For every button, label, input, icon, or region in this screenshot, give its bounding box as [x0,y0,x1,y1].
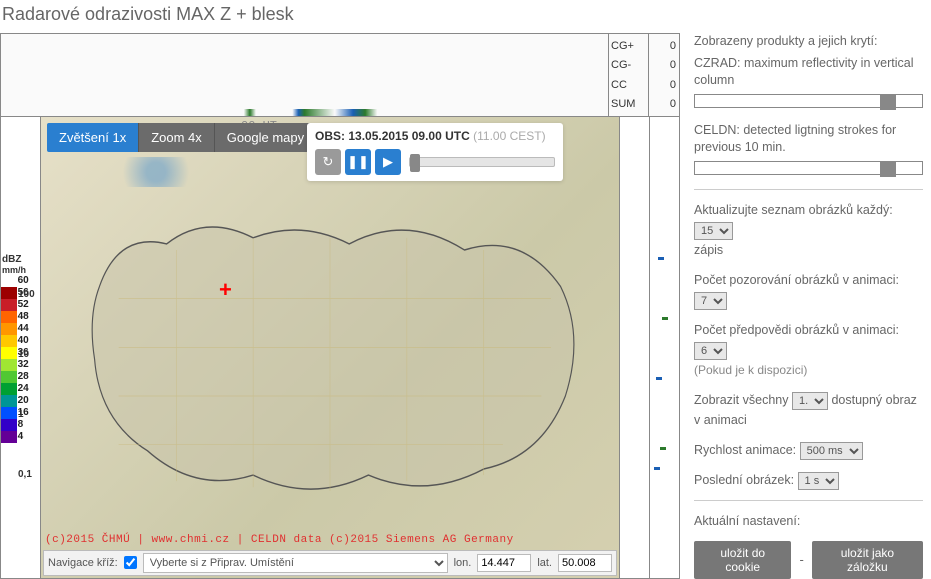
stat-value: 0 [652,98,676,110]
last-label: Poslední obrázek: [694,473,794,487]
slider-thumb[interactable] [410,154,420,172]
page-title: Radarové odrazivosti MAX Z + blesk [0,0,931,33]
show-all-select[interactable]: 1. [792,392,828,410]
stat-value: 0 [652,79,676,91]
pause-button[interactable]: ❚❚ [345,149,371,175]
obs-prefix: OBS: [315,129,345,143]
save-heading: Aktuální nastavení: [694,511,923,531]
observation-panel: OBS: 13.05.2015 09.00 UTC (11.00 CEST) ↻… [307,123,563,181]
stat-value: 0 [652,59,676,71]
google-maps-button[interactable]: Google mapy [214,123,316,152]
lon-label: lon. [454,557,472,569]
stat-label: CG+ [611,40,634,52]
lightning-stats-panel: CG+ CG- CC SUM 0 0 0 0 [0,33,680,117]
stat-label: SUM [611,98,635,110]
nav-label: Navigace kříž: [48,557,118,569]
side-strip-1 [619,117,649,578]
refresh-button[interactable]: ↻ [315,149,341,175]
pred-count-label: Počet předpovědi obrázků v animaci: [694,323,899,337]
time-slider[interactable] [409,157,555,167]
obs-count-label: Počet pozorování obrázků v animaci: [694,273,899,287]
czrad-opacity-slider[interactable] [694,94,923,108]
side-strip-2 [649,117,679,578]
zoom-4x-button[interactable]: Zoom 4x [138,123,214,152]
crosshair-checkbox[interactable] [124,556,137,569]
settings-panel: Zobrazeny produkty a jejich krytí: CZRAD… [680,33,931,579]
update-interval-select[interactable]: 15 [694,222,733,240]
lon-input[interactable] [477,554,531,572]
nav-bar: Navigace kříž: Vyberte si z Připrav. Umí… [43,550,617,576]
zoom-1x-button[interactable]: Zvětšení 1x [47,123,138,152]
attribution: (c)2015 ČHMÚ | www.chmi.cz | CELDN data … [45,534,514,546]
location-select[interactable]: Vyberte si z Připrav. Umístění [143,553,448,573]
stat-label: CC [611,79,627,91]
map-view[interactable]: 00 UT + Zvětšení 1x Zoom 4x Google mapy [41,117,619,578]
obs-local: (11.00 CEST) [473,129,545,143]
save-cookie-button[interactable]: uložit do cookie [694,541,791,579]
speed-select[interactable]: 500 ms [800,442,863,460]
speed-label: Rychlost animace: [694,443,796,457]
panel-heading: Zobrazeny produkty a jejich krytí: [694,33,923,51]
show-all-label: Zobrazit všechny [694,393,788,407]
slider-thumb[interactable] [880,94,896,110]
update-label: Aktualizujte seznam obrázků každý: [694,203,893,217]
play-button[interactable]: ▶ [375,149,401,175]
stat-value: 0 [652,40,676,52]
lat-input[interactable] [558,554,612,572]
celdn-opacity-slider[interactable] [694,161,923,175]
slider-thumb[interactable] [880,161,896,177]
pred-count-select[interactable]: 6 [694,342,727,360]
obs-count-select[interactable]: 7 [694,292,727,310]
product-czrad-label: CZRAD: maximum reflectivity in vertical … [694,55,923,90]
last-frame-select[interactable]: 1 s [798,472,839,490]
save-bookmark-button[interactable]: uložit jako záložku [812,541,923,579]
stat-label: CG- [611,59,631,71]
lat-label: lat. [537,557,552,569]
obs-time: 13.05.2015 09.00 UTC [348,129,469,143]
color-legend: dBZmm/h 60565248444036322824201684 10010… [1,117,41,578]
product-celdn-label: CELDN: detected ligtning strokes for pre… [694,122,923,157]
